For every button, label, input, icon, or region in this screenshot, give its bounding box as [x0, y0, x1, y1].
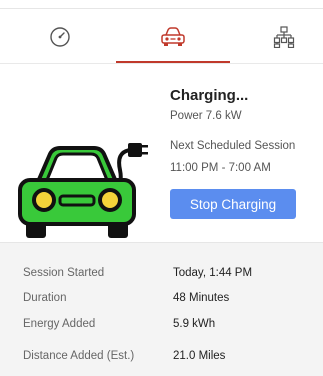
detail-label: Distance Added (Est.): [23, 350, 135, 362]
session-details: Session Started Today, 1:44 PM Duration …: [0, 242, 323, 376]
next-session-time: 11:00 PM - 7:00 AM: [170, 162, 271, 174]
detail-row-distance-added: Distance Added (Est.) 21.0 Miles: [0, 350, 323, 368]
detail-value: Today, 1:44 PM: [173, 267, 253, 279]
detail-value: 5.9 kWh: [173, 318, 216, 330]
detail-value: 21.0 Miles: [173, 350, 226, 362]
charging-power: Power 7.6 kW: [170, 110, 242, 122]
detail-row-duration: Duration 48 Minutes: [0, 292, 323, 310]
tab-bar: [0, 9, 323, 64]
tab-network[interactable]: [234, 9, 323, 64]
next-session-label: Next Scheduled Session: [170, 140, 296, 152]
detail-value: 48 Minutes: [173, 292, 230, 304]
detail-label: Session Started: [23, 267, 105, 279]
network-icon: [273, 25, 295, 48]
detail-label: Duration: [23, 292, 67, 304]
charging-status-panel: Charging... Power 7.6 kW Next Scheduled …: [0, 64, 323, 242]
detail-label: Energy Added: [23, 318, 96, 330]
charging-status-title: Charging...: [170, 87, 249, 104]
stop-charging-button[interactable]: Stop Charging: [170, 189, 296, 219]
tab-charging[interactable]: [123, 9, 223, 64]
tab-dashboard[interactable]: [10, 9, 110, 64]
detail-row-session-started: Session Started Today, 1:44 PM: [0, 267, 323, 285]
detail-row-energy-added: Energy Added 5.9 kWh: [0, 318, 323, 336]
gauge-icon: [50, 26, 70, 47]
car-icon: [161, 26, 185, 46]
